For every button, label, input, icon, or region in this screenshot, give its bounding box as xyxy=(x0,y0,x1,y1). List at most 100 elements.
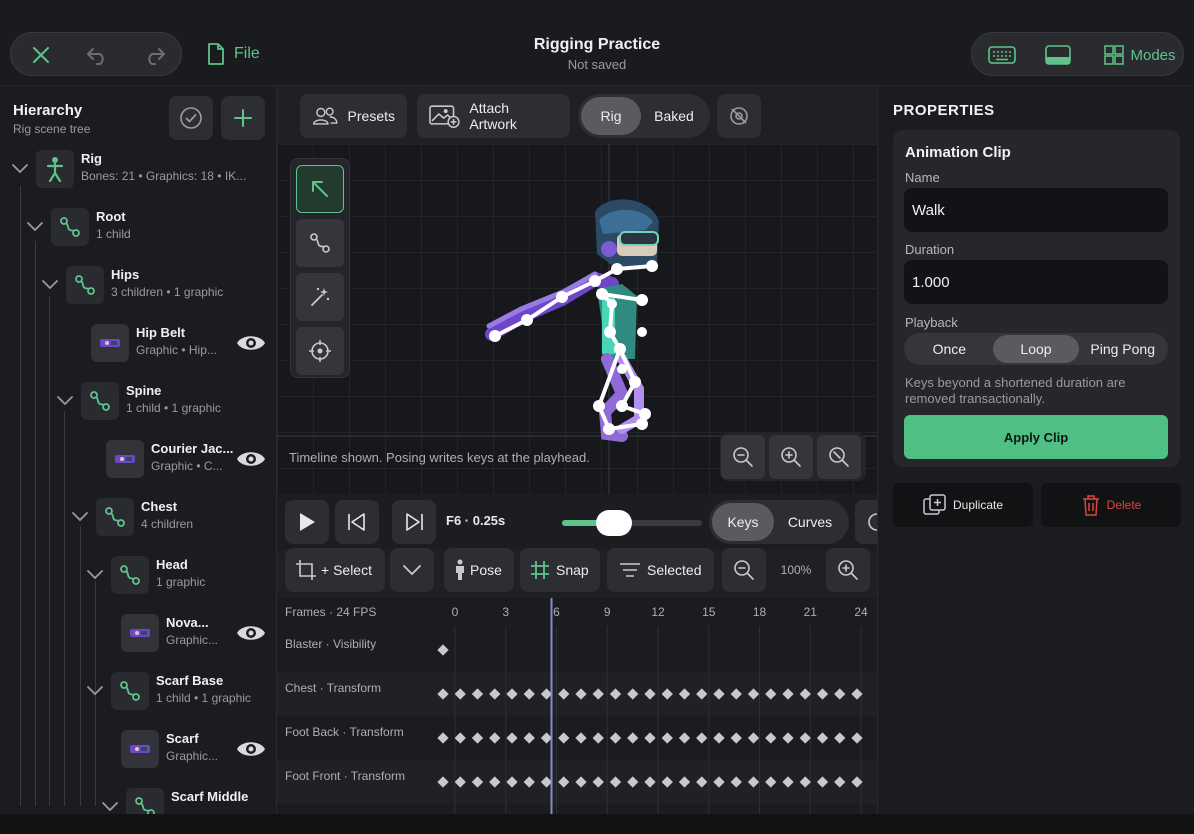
bone-tool-button[interactable] xyxy=(296,219,344,267)
properties-title: PROPERTIES xyxy=(893,102,995,119)
select-tool-button[interactable] xyxy=(296,165,344,213)
delete-button[interactable]: Delete xyxy=(1041,483,1181,527)
tree-node-name: Root xyxy=(96,209,126,224)
hierarchy-subtitle: Rig scene tree xyxy=(13,122,91,136)
plus-icon xyxy=(234,109,252,127)
eye-icon[interactable] xyxy=(236,739,266,759)
dropdown-button[interactable] xyxy=(390,548,434,592)
zoom-in-button[interactable] xyxy=(769,435,813,479)
mode-rig[interactable]: Rig xyxy=(581,97,641,135)
file-label: File xyxy=(234,45,260,62)
tree-node[interactable]: Chest 4 children xyxy=(0,492,276,550)
tree-node-name: Spine xyxy=(126,383,162,398)
select-mode-button[interactable]: + Select xyxy=(285,548,385,592)
playback-once[interactable]: Once xyxy=(906,335,993,363)
presets-label: Presets xyxy=(347,108,395,124)
more-button[interactable] xyxy=(855,500,877,544)
clip-name-field[interactable]: Walk xyxy=(904,188,1168,232)
tree-node[interactable]: Scarf Graphic... xyxy=(0,724,276,782)
eye-icon[interactable] xyxy=(236,449,266,469)
chevron-down-icon[interactable] xyxy=(85,564,105,584)
tree-node[interactable]: Hips 3 children • 1 graphic xyxy=(0,260,276,318)
chevron-down-icon[interactable] xyxy=(25,216,45,236)
chevron-down-icon[interactable] xyxy=(70,506,90,526)
confirm-button[interactable] xyxy=(169,96,213,140)
timeline-track[interactable]: Blaster · Visibility xyxy=(277,628,877,672)
redo-button[interactable] xyxy=(131,33,179,77)
step-forward-button[interactable] xyxy=(392,500,436,544)
tree-node[interactable]: Scarf Middle xyxy=(0,782,276,814)
scrub-knob[interactable] xyxy=(596,510,632,536)
keyboard-button[interactable] xyxy=(978,33,1026,77)
timeline-controls: + Select Pose Snap Selected 100% xyxy=(277,546,877,598)
eye-icon[interactable] xyxy=(236,333,266,353)
hierarchy-title: Hierarchy xyxy=(13,102,83,119)
snap-button[interactable]: Snap xyxy=(520,548,600,592)
undo-icon xyxy=(87,48,104,65)
timeline-zoom-out-button[interactable] xyxy=(722,548,766,592)
tree-node-name: Head xyxy=(156,557,188,572)
view-controls: Modes xyxy=(971,32,1184,76)
timeline[interactable]: Frames · 24 FPS Blaster · Visibility Ches… xyxy=(277,598,877,814)
step-back-button[interactable] xyxy=(335,500,379,544)
duration-field[interactable]: 1.000 xyxy=(904,260,1168,304)
pose-label: Pose xyxy=(470,562,502,578)
chevron-down-icon[interactable] xyxy=(55,390,75,410)
tree-node-details: 1 child • 1 graphic xyxy=(156,691,251,705)
close-button[interactable] xyxy=(17,33,65,77)
keyboard-icon xyxy=(988,46,1016,64)
attach-artwork-button[interactable]: Attach Artwork xyxy=(417,94,570,138)
zoom-out-button[interactable] xyxy=(721,435,765,479)
tree-node[interactable]: Hip Belt Graphic • Hip... xyxy=(0,318,276,376)
modes-button[interactable]: Modes xyxy=(1100,33,1180,77)
timeline-track-label: Foot Back · Transform xyxy=(285,725,404,739)
play-button[interactable] xyxy=(285,500,329,544)
mode-toggle: Rig Baked xyxy=(578,94,710,138)
timeline-zoom-in-button[interactable] xyxy=(826,548,870,592)
hide-overlay-button[interactable] xyxy=(717,94,761,138)
chevron-down-icon[interactable] xyxy=(40,274,60,294)
chevron-down-icon[interactable] xyxy=(100,796,120,814)
eye-icon[interactable] xyxy=(236,623,266,643)
tree-node[interactable]: Scarf Base 1 child • 1 graphic xyxy=(0,666,276,724)
scrub-slider[interactable] xyxy=(562,510,702,536)
chevron-down-icon[interactable] xyxy=(85,680,105,700)
curves-tab[interactable]: Curves xyxy=(774,503,846,541)
tree-node[interactable]: Root 1 child xyxy=(0,202,276,260)
file-button[interactable]: File xyxy=(206,40,260,68)
graphic-thumbnail xyxy=(91,324,129,362)
add-node-button[interactable] xyxy=(221,96,265,140)
keys-tab[interactable]: Keys xyxy=(712,503,774,541)
check-circle-icon xyxy=(180,107,202,129)
play-icon xyxy=(300,513,315,531)
chevron-down-icon[interactable] xyxy=(10,158,30,178)
auto-rig-button[interactable] xyxy=(296,273,344,321)
bone-icon xyxy=(51,208,89,246)
tree-node-details: Graphic... xyxy=(166,749,219,763)
panel-toggle-button[interactable] xyxy=(1034,33,1082,77)
presets-button[interactable]: Presets xyxy=(300,94,407,138)
timeline-track[interactable]: Chest · Transform xyxy=(277,672,877,716)
tree-node[interactable]: Nova... Graphic... xyxy=(0,608,276,666)
target-tool-button[interactable] xyxy=(296,327,344,375)
playback-loop[interactable]: Loop xyxy=(992,335,1080,363)
tree-node[interactable]: Spine 1 child • 1 graphic xyxy=(0,376,276,434)
tree-node[interactable]: Head 1 graphic xyxy=(0,550,276,608)
tree-node[interactable]: Courier Jac... Graphic • C... xyxy=(0,434,276,492)
apply-clip-button[interactable]: Apply Clip xyxy=(904,415,1168,459)
tree-node[interactable]: Rig Bones: 21 • Graphics: 18 • IK... xyxy=(0,144,276,202)
selected-filter-button[interactable]: Selected xyxy=(607,548,714,592)
timeline-header: Frames · 24 FPS xyxy=(277,598,877,628)
timeline-track[interactable]: Foot Back · Transform xyxy=(277,716,877,760)
tree-node-details: Graphic... xyxy=(166,633,219,647)
timeline-track[interactable]: Foot Front · Transform xyxy=(277,760,877,804)
playback-ping-pong[interactable]: Ping Pong xyxy=(1079,335,1166,363)
zoom-in-icon xyxy=(781,447,801,467)
zoom-fit-button[interactable] xyxy=(817,435,861,479)
duplicate-button[interactable]: Duplicate xyxy=(893,483,1033,527)
frame-readout: F6 · 0.25s xyxy=(446,513,506,528)
pose-button[interactable]: Pose xyxy=(444,548,514,592)
undo-button[interactable] xyxy=(73,33,121,77)
tree-node-details: 3 children • 1 graphic xyxy=(111,285,224,299)
mode-baked[interactable]: Baked xyxy=(641,97,707,135)
